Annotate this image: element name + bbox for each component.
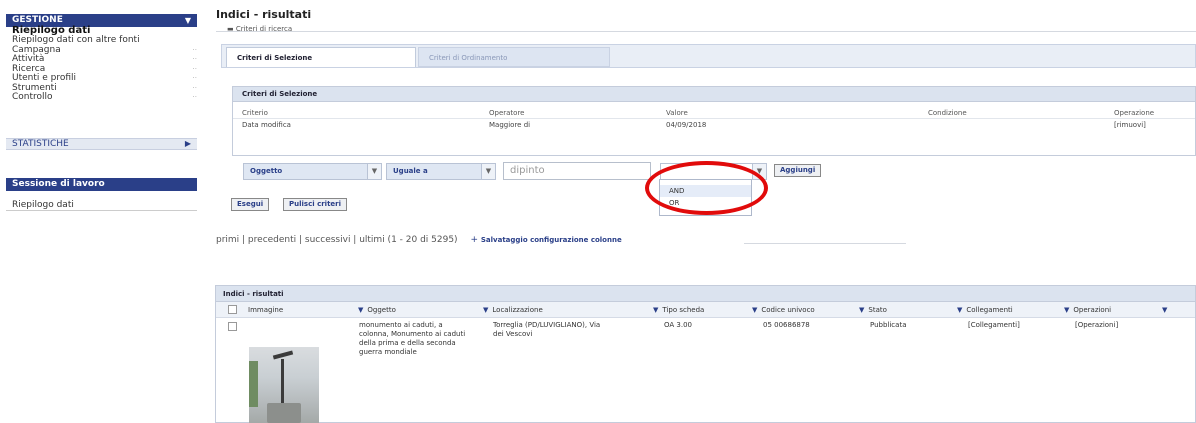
column-header[interactable]: ▼ Collegamenti (957, 302, 1013, 318)
column-header-label: Tipo scheda (662, 306, 705, 314)
sidebar-item-label: Ricerca (12, 63, 46, 74)
column-header-label: Stato (868, 306, 887, 314)
sidebar-menu: Riepilogo dati Riepilogo dati con altre … (12, 25, 197, 103)
fieldset-border (216, 31, 1196, 32)
tab-criteri-selezione[interactable]: Criteri di Selezione (226, 47, 416, 67)
column-header-label: Immagine (248, 306, 284, 314)
sort-arrow-icon[interactable]: ▼ (1162, 302, 1167, 318)
page-title: Indici - risultati (216, 8, 312, 21)
sidebar-section-statistiche[interactable]: STATISTICHE ▶ (6, 138, 197, 150)
sort-arrow-icon: ▼ (653, 306, 659, 314)
sidebar-section-label: GESTIONE (12, 15, 63, 25)
column-header-label: Localizzazione (492, 306, 543, 314)
pagination-links[interactable]: primi | precedenti | successivi | ultimi… (216, 235, 458, 245)
expand-dots-icon: ·· (192, 93, 197, 101)
execute-button[interactable]: Esegui (231, 198, 270, 211)
field-select-value: Oggetto (250, 167, 283, 175)
column-header[interactable]: ▼ Tipo scheda (653, 302, 704, 318)
column-header-label: Oggetto (367, 306, 396, 314)
sidebar-item-label: Campagna (12, 44, 61, 55)
row-checkbox[interactable] (228, 322, 237, 331)
sidebar-item-label: Strumenti (12, 82, 57, 93)
column-header: Operazione (1114, 109, 1155, 117)
results-table-header: Immagine ▼ Oggetto ▼ Localizzazione ▼ Tipo … (216, 302, 1195, 318)
sort-arrow-icon: ▼ (957, 306, 963, 314)
tab-criteri-ordinamento[interactable]: Criteri di Ordinamento (418, 47, 610, 67)
column-header-label: Collegamenti (966, 306, 1013, 314)
column-header[interactable]: ▼ Localizzazione (483, 302, 543, 318)
table-cell-localizzazione: Torreglia (PD/LUVIGLIANO), Via dei Vesco… (493, 321, 601, 338)
table-cell: Data modifica (242, 121, 291, 129)
table-row: monumento ai caduti, a colonna, Monument… (216, 318, 1195, 423)
table-cell-codice: 05 00686878 (763, 321, 810, 329)
table-cell: 04/09/2018 (666, 121, 707, 129)
operator-select-value: Uguale a (393, 167, 428, 175)
column-header: Criterio (242, 109, 268, 117)
table-cell: Maggiore di (489, 121, 531, 129)
criteria-panel: Criteri di Selezione Criterio Operatore … (232, 86, 1196, 156)
table-cell-stato: Pubblicata (870, 321, 907, 329)
table-cell-tipo: OA 3.00 (664, 321, 692, 329)
column-header[interactable]: Immagine (248, 302, 283, 318)
pagination: primi | precedenti | successivi | ultimi… (216, 235, 622, 245)
column-header: Valore (666, 109, 688, 117)
value-input[interactable]: dipinto (503, 162, 651, 180)
table-cell-oggetto: monumento ai caduti, a colonna, Monument… (359, 321, 466, 356)
sort-arrow-icon: ▼ (752, 306, 758, 314)
collegamenti-link[interactable]: [Collegamenti] (968, 321, 1020, 330)
expand-dots-icon: ·· (192, 45, 197, 54)
expand-dots-icon: ·· (192, 74, 197, 82)
save-columns-config-toggle[interactable]: Salvataggio configurazione colonne (481, 236, 622, 244)
highlight-circle (645, 161, 768, 215)
thumbnail-base (267, 403, 301, 423)
operazioni-link[interactable]: [Operazioni] (1075, 321, 1118, 330)
select-all-checkbox[interactable] (228, 305, 237, 314)
column-header-label: Operazioni (1073, 306, 1112, 314)
table-row: Data modifica Maggiore di 04/09/2018 [ri… (233, 119, 1195, 131)
sort-arrow-icon: ▼ (1064, 306, 1070, 314)
session-item-riepilogo-dati[interactable]: Riepilogo dati (6, 199, 197, 211)
column-header[interactable]: ▼ Stato (859, 302, 887, 318)
expand-dots-icon: ·· (192, 55, 197, 63)
chevron-down-icon: ▼ (367, 164, 381, 179)
sidebar-item-label: Attività (12, 54, 45, 64)
criteria-tabbar: Criteri di Selezione Criteri di Ordiname… (221, 44, 1196, 68)
sort-arrow-icon: ▼ (859, 306, 865, 314)
field-select[interactable]: Oggetto ▼ (243, 163, 382, 180)
column-header-label: Codice univoco (761, 306, 815, 314)
add-button[interactable]: Aggiungi (774, 164, 822, 177)
fieldset-border (744, 243, 906, 244)
thumbnail-tree (249, 361, 258, 407)
column-header: Operatore (489, 109, 525, 117)
expand-icon: + (470, 235, 478, 245)
results-panel: Indici - risultati Immagine ▼ Oggetto ▼ Lo… (215, 285, 1196, 423)
criteria-table-header: Criterio Operatore Valore Condizione Ope… (233, 107, 1195, 119)
sidebar-item-label: Utenti e profili (12, 73, 77, 83)
chevron-right-icon: ▶ (184, 139, 191, 148)
thumbnail-column (281, 359, 284, 409)
sort-arrow-icon: ▼ (483, 306, 489, 314)
criteria-panel-header: Criteri di Selezione (233, 87, 1195, 102)
page-root: GESTIONE ▼ Riepilogo dati Riepilogo dati… (0, 0, 1196, 423)
monument-thumbnail[interactable] (249, 347, 319, 423)
clear-criteria-button[interactable]: Pulisci criteri (283, 198, 348, 211)
expand-dots-icon: ·· (192, 64, 197, 73)
session-header: Sessione di lavoro (6, 178, 197, 191)
chevron-down-icon: ▼ (481, 164, 495, 179)
expand-dots-icon: ·· (192, 83, 197, 92)
sidebar: GESTIONE ▼ Riepilogo dati Riepilogo dati… (0, 0, 200, 423)
column-header[interactable]: ▼ Codice univoco (752, 302, 815, 318)
sort-arrow-icon: ▼ (358, 306, 364, 314)
sidebar-item-label: Controllo (12, 92, 53, 102)
remove-criterion-link[interactable]: [rimuovi] (1114, 119, 1146, 131)
sidebar-item-controllo[interactable]: Controllo ·· (12, 92, 197, 103)
results-panel-header: Indici - risultati (216, 286, 1195, 302)
sidebar-section-label: STATISTICHE (12, 139, 69, 149)
column-header: Condizione (928, 109, 967, 117)
column-header[interactable]: ▼ Operazioni (1064, 302, 1111, 318)
column-header[interactable]: ▼ Oggetto (358, 302, 396, 318)
operator-select[interactable]: Uguale a ▼ (386, 163, 496, 180)
